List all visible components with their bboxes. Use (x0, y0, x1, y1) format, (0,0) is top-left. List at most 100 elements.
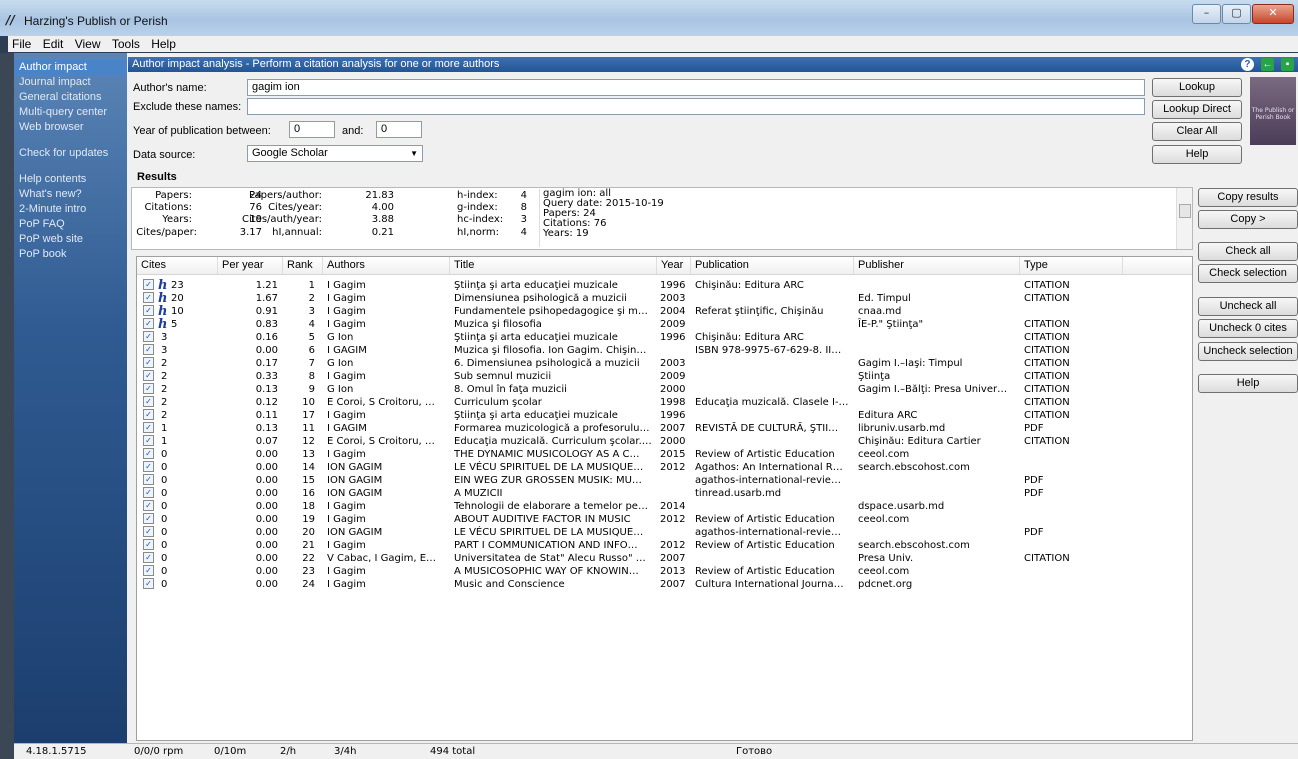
uncheck-all-button[interactable]: Uncheck all (1198, 297, 1298, 316)
minimize-icon[interactable]: – (1192, 4, 1221, 24)
row-checkbox[interactable]: ✓ (143, 409, 154, 420)
table-row[interactable]: ✓ 2 0.33 8 I Gagim Sub semnul muzicii 2009 Ştii… (137, 370, 1192, 383)
row-checkbox[interactable]: ✓ (143, 487, 154, 498)
table-row[interactable]: ✓ h 5 0.83 4 I Gagim Muzica şi filosofia 2009 ÎE… (137, 318, 1192, 331)
menu-edit[interactable]: Edit (39, 36, 68, 52)
row-checkbox[interactable]: ✓ (143, 500, 154, 511)
column-publisher[interactable]: Publisher (854, 257, 1020, 274)
author-name-input[interactable]: gagim ion (247, 79, 1145, 96)
table-row[interactable]: ✓ h 23 1.21 1 I Gagim Ştiinţa şi arta educaţie… (137, 279, 1192, 292)
row-checkbox[interactable]: ✓ (143, 396, 154, 407)
sidebar-item-whats-new[interactable]: What's new? (14, 187, 127, 202)
row-checkbox[interactable]: ✓ (143, 279, 154, 290)
row-checkbox[interactable]: ✓ (143, 305, 154, 316)
row-checkbox[interactable]: ✓ (143, 539, 154, 550)
summary-scrollbar[interactable] (1176, 188, 1192, 249)
table-row[interactable]: ✓ 0 0.00 23 I Gagim A MUSICOSOPHIC WAY OF KNO… (137, 565, 1192, 578)
menu-tools[interactable]: Tools (108, 36, 144, 52)
table-row[interactable]: ✓ 2 0.17 7 G Ion 6. Dimensiunea psihologică a… (137, 357, 1192, 370)
check-all-button[interactable]: Check all (1198, 242, 1298, 261)
sidebar-item-intro[interactable]: 2-Minute intro (14, 202, 127, 217)
lookup-button[interactable]: Lookup (1152, 78, 1242, 97)
sidebar-item-multi-query[interactable]: Multi-query center (14, 105, 127, 120)
table-row[interactable]: ✓ 0 0.00 19 I Gagim ABOUT AUDITIVE FACTOR IN … (137, 513, 1192, 526)
maximize-icon[interactable]: ▢ (1222, 4, 1251, 24)
row-checkbox[interactable]: ✓ (143, 474, 154, 485)
sidebar-item-check-updates[interactable]: Check for updates (14, 146, 127, 161)
exclude-names-input[interactable] (247, 98, 1145, 115)
close-icon[interactable]: ✕ (1252, 4, 1294, 24)
column-title[interactable]: Title (450, 257, 657, 274)
row-checkbox[interactable]: ✓ (143, 513, 154, 524)
table-row[interactable]: ✓ 0 0.00 18 I Gagim Tehnologii de elaborare a… (137, 500, 1192, 513)
table-row[interactable]: ✓ 0 0.00 14 ION GAGIM LE VÉCU SPIRITUEL DE LA… (137, 461, 1192, 474)
sidebar-item-book[interactable]: PoP book (14, 247, 127, 262)
table-row[interactable]: ✓ h 20 1.67 2 I Gagim Dimensiunea psihologică … (137, 292, 1192, 305)
pop-book-cover[interactable]: The Publish or Perish Book (1250, 77, 1296, 145)
table-help-button[interactable]: Help (1198, 374, 1298, 393)
row-checkbox[interactable]: ✓ (143, 578, 154, 589)
row-checkbox[interactable]: ✓ (143, 318, 154, 329)
sidebar-item-journal-impact[interactable]: Journal impact (14, 75, 127, 90)
row-checkbox[interactable]: ✓ (143, 526, 154, 537)
column-rank[interactable]: Rank (283, 257, 323, 274)
table-row[interactable]: ✓ h 10 0.91 3 I Gagim Fundamentele psihopedago… (137, 305, 1192, 318)
row-checkbox[interactable]: ✓ (143, 370, 154, 381)
row-checkbox[interactable]: ✓ (143, 344, 154, 355)
row-checkbox[interactable]: ✓ (143, 448, 154, 459)
uncheck-zero-cites-button[interactable]: Uncheck 0 cites (1198, 319, 1298, 338)
row-checkbox[interactable]: ✓ (143, 357, 154, 368)
menu-file[interactable]: File (8, 36, 35, 52)
help-button[interactable]: Help (1152, 145, 1242, 164)
uncheck-selection-button[interactable]: Uncheck selection (1198, 342, 1298, 361)
table-row[interactable]: ✓ 0 0.00 15 ION GAGIM EIN WEG ZUR GROSSEN MUS… (137, 474, 1192, 487)
table-row[interactable]: ✓ 0 0.00 24 I Gagim Music and Conscience 2007 C… (137, 578, 1192, 591)
clear-all-button[interactable]: Clear All (1152, 122, 1242, 141)
row-checkbox[interactable]: ✓ (143, 331, 154, 342)
table-row[interactable]: ✓ 2 0.13 9 G Ion 8. Omul în faţa muzicii 2000 G… (137, 383, 1192, 396)
column-type[interactable]: Type (1020, 257, 1123, 274)
table-row[interactable]: ✓ 0 0.00 16 ION GAGIM A MUZICII tinread.usarb.… (137, 487, 1192, 500)
row-checkbox[interactable]: ✓ (143, 422, 154, 433)
sidebar-item-help-contents[interactable]: Help contents (14, 172, 127, 187)
year-to-input[interactable]: 0 (376, 121, 422, 138)
table-row[interactable]: ✓ 0 0.00 20 ION GAGIM LE VÉCU SPIRITUEL DE LA… (137, 526, 1192, 539)
green-arrow-icon[interactable]: ← (1260, 58, 1274, 71)
row-checkbox[interactable]: ✓ (143, 552, 154, 563)
copy-results-button[interactable]: Copy results (1198, 188, 1298, 207)
menu-help[interactable]: Help (147, 36, 180, 52)
row-checkbox[interactable]: ✓ (143, 383, 154, 394)
green-square-icon[interactable]: ▪ (1281, 58, 1294, 71)
question-icon[interactable]: ? (1240, 58, 1254, 71)
table-row[interactable]: ✓ 2 0.12 10 E Coroi, S Croitoru, … Curriculum… (137, 396, 1192, 409)
sidebar-item-web-browser[interactable]: Web browser (14, 120, 127, 135)
check-selection-button[interactable]: Check selection (1198, 264, 1298, 283)
row-checkbox[interactable]: ✓ (143, 435, 154, 446)
column-authors[interactable]: Authors (323, 257, 450, 274)
table-row[interactable]: ✓ 3 0.00 6 I GAGIM Muzica şi filosofia. Ion G… (137, 344, 1192, 357)
lookup-direct-button[interactable]: Lookup Direct (1152, 100, 1242, 119)
table-row[interactable]: ✓ 2 0.11 17 I Gagim Ştiinţa şi arta educaţiei… (137, 409, 1192, 422)
column-cites[interactable]: Cites (137, 257, 218, 274)
sidebar-item-web-site[interactable]: PoP web site (14, 232, 127, 247)
row-checkbox[interactable]: ✓ (143, 461, 154, 472)
column-year[interactable]: Year (657, 257, 691, 274)
row-checkbox[interactable]: ✓ (143, 565, 154, 576)
table-row[interactable]: ✓ 1 0.07 12 E Coroi, S Croitoru, … Educaţia m… (137, 435, 1192, 448)
cell-rank: 6 (308, 345, 315, 356)
table-row[interactable]: ✓ 0 0.00 13 I Gagim THE DYNAMIC MUSICOLOGY AS… (137, 448, 1192, 461)
data-source-select[interactable]: Google Scholar ▼ (247, 145, 423, 162)
table-row[interactable]: ✓ 3 0.16 5 G Ion Ştiinţa şi arta educaţiei mu… (137, 331, 1192, 344)
sidebar-item-faq[interactable]: PoP FAQ (14, 217, 127, 232)
year-from-input[interactable]: 0 (289, 121, 335, 138)
table-row[interactable]: ✓ 0 0.00 22 V Cabac, I Gagim, E… Universitate… (137, 552, 1192, 565)
row-checkbox[interactable]: ✓ (143, 292, 154, 303)
table-row[interactable]: ✓ 1 0.13 11 I GAGIM Formarea muzicologică a p… (137, 422, 1192, 435)
menu-view[interactable]: View (71, 36, 105, 52)
copy-menu-button[interactable]: Copy > (1198, 210, 1298, 229)
column-publication[interactable]: Publication (691, 257, 854, 274)
sidebar-item-general-citations[interactable]: General citations (14, 90, 127, 105)
sidebar-item-author-impact[interactable]: Author impact (14, 60, 127, 75)
column-per-year[interactable]: Per year (218, 257, 283, 274)
table-row[interactable]: ✓ 0 0.00 21 I Gagim PART I COMMUNICATION AND … (137, 539, 1192, 552)
